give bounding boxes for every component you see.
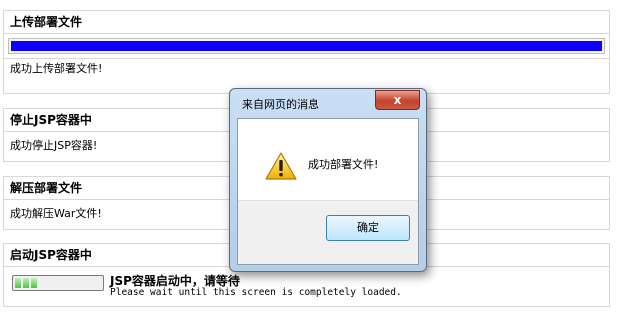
- dialog-footer: 确定: [238, 200, 418, 264]
- ok-button[interactable]: 确定: [326, 215, 410, 241]
- dialog-body: 成功部署文件! 确定: [237, 118, 419, 265]
- start-waiting-subtitle: Please wait until this screen is complet…: [110, 287, 402, 298]
- close-icon: x: [393, 93, 402, 107]
- upload-panel: 上传部署文件 成功上传部署文件!: [3, 10, 610, 94]
- progress-segment: [15, 278, 21, 288]
- progress-segment: [31, 278, 37, 288]
- upload-progress-row: [4, 33, 609, 54]
- dialog-close-button[interactable]: x: [375, 90, 420, 110]
- upload-progress-fill: [11, 41, 602, 51]
- upload-status: 成功上传部署文件!: [4, 58, 609, 79]
- dialog-title: 来自网页的消息: [242, 98, 319, 111]
- upload-header: 上传部署文件: [10, 15, 83, 29]
- warning-icon: [265, 152, 297, 180]
- start-progress-bar: [12, 275, 104, 291]
- upload-progress-bar: [8, 38, 605, 54]
- dialog-message: 成功部署文件!: [308, 158, 379, 171]
- message-dialog: 来自网页的消息 x 成功部署文件! 确定: [229, 88, 427, 272]
- progress-segment: [23, 278, 29, 288]
